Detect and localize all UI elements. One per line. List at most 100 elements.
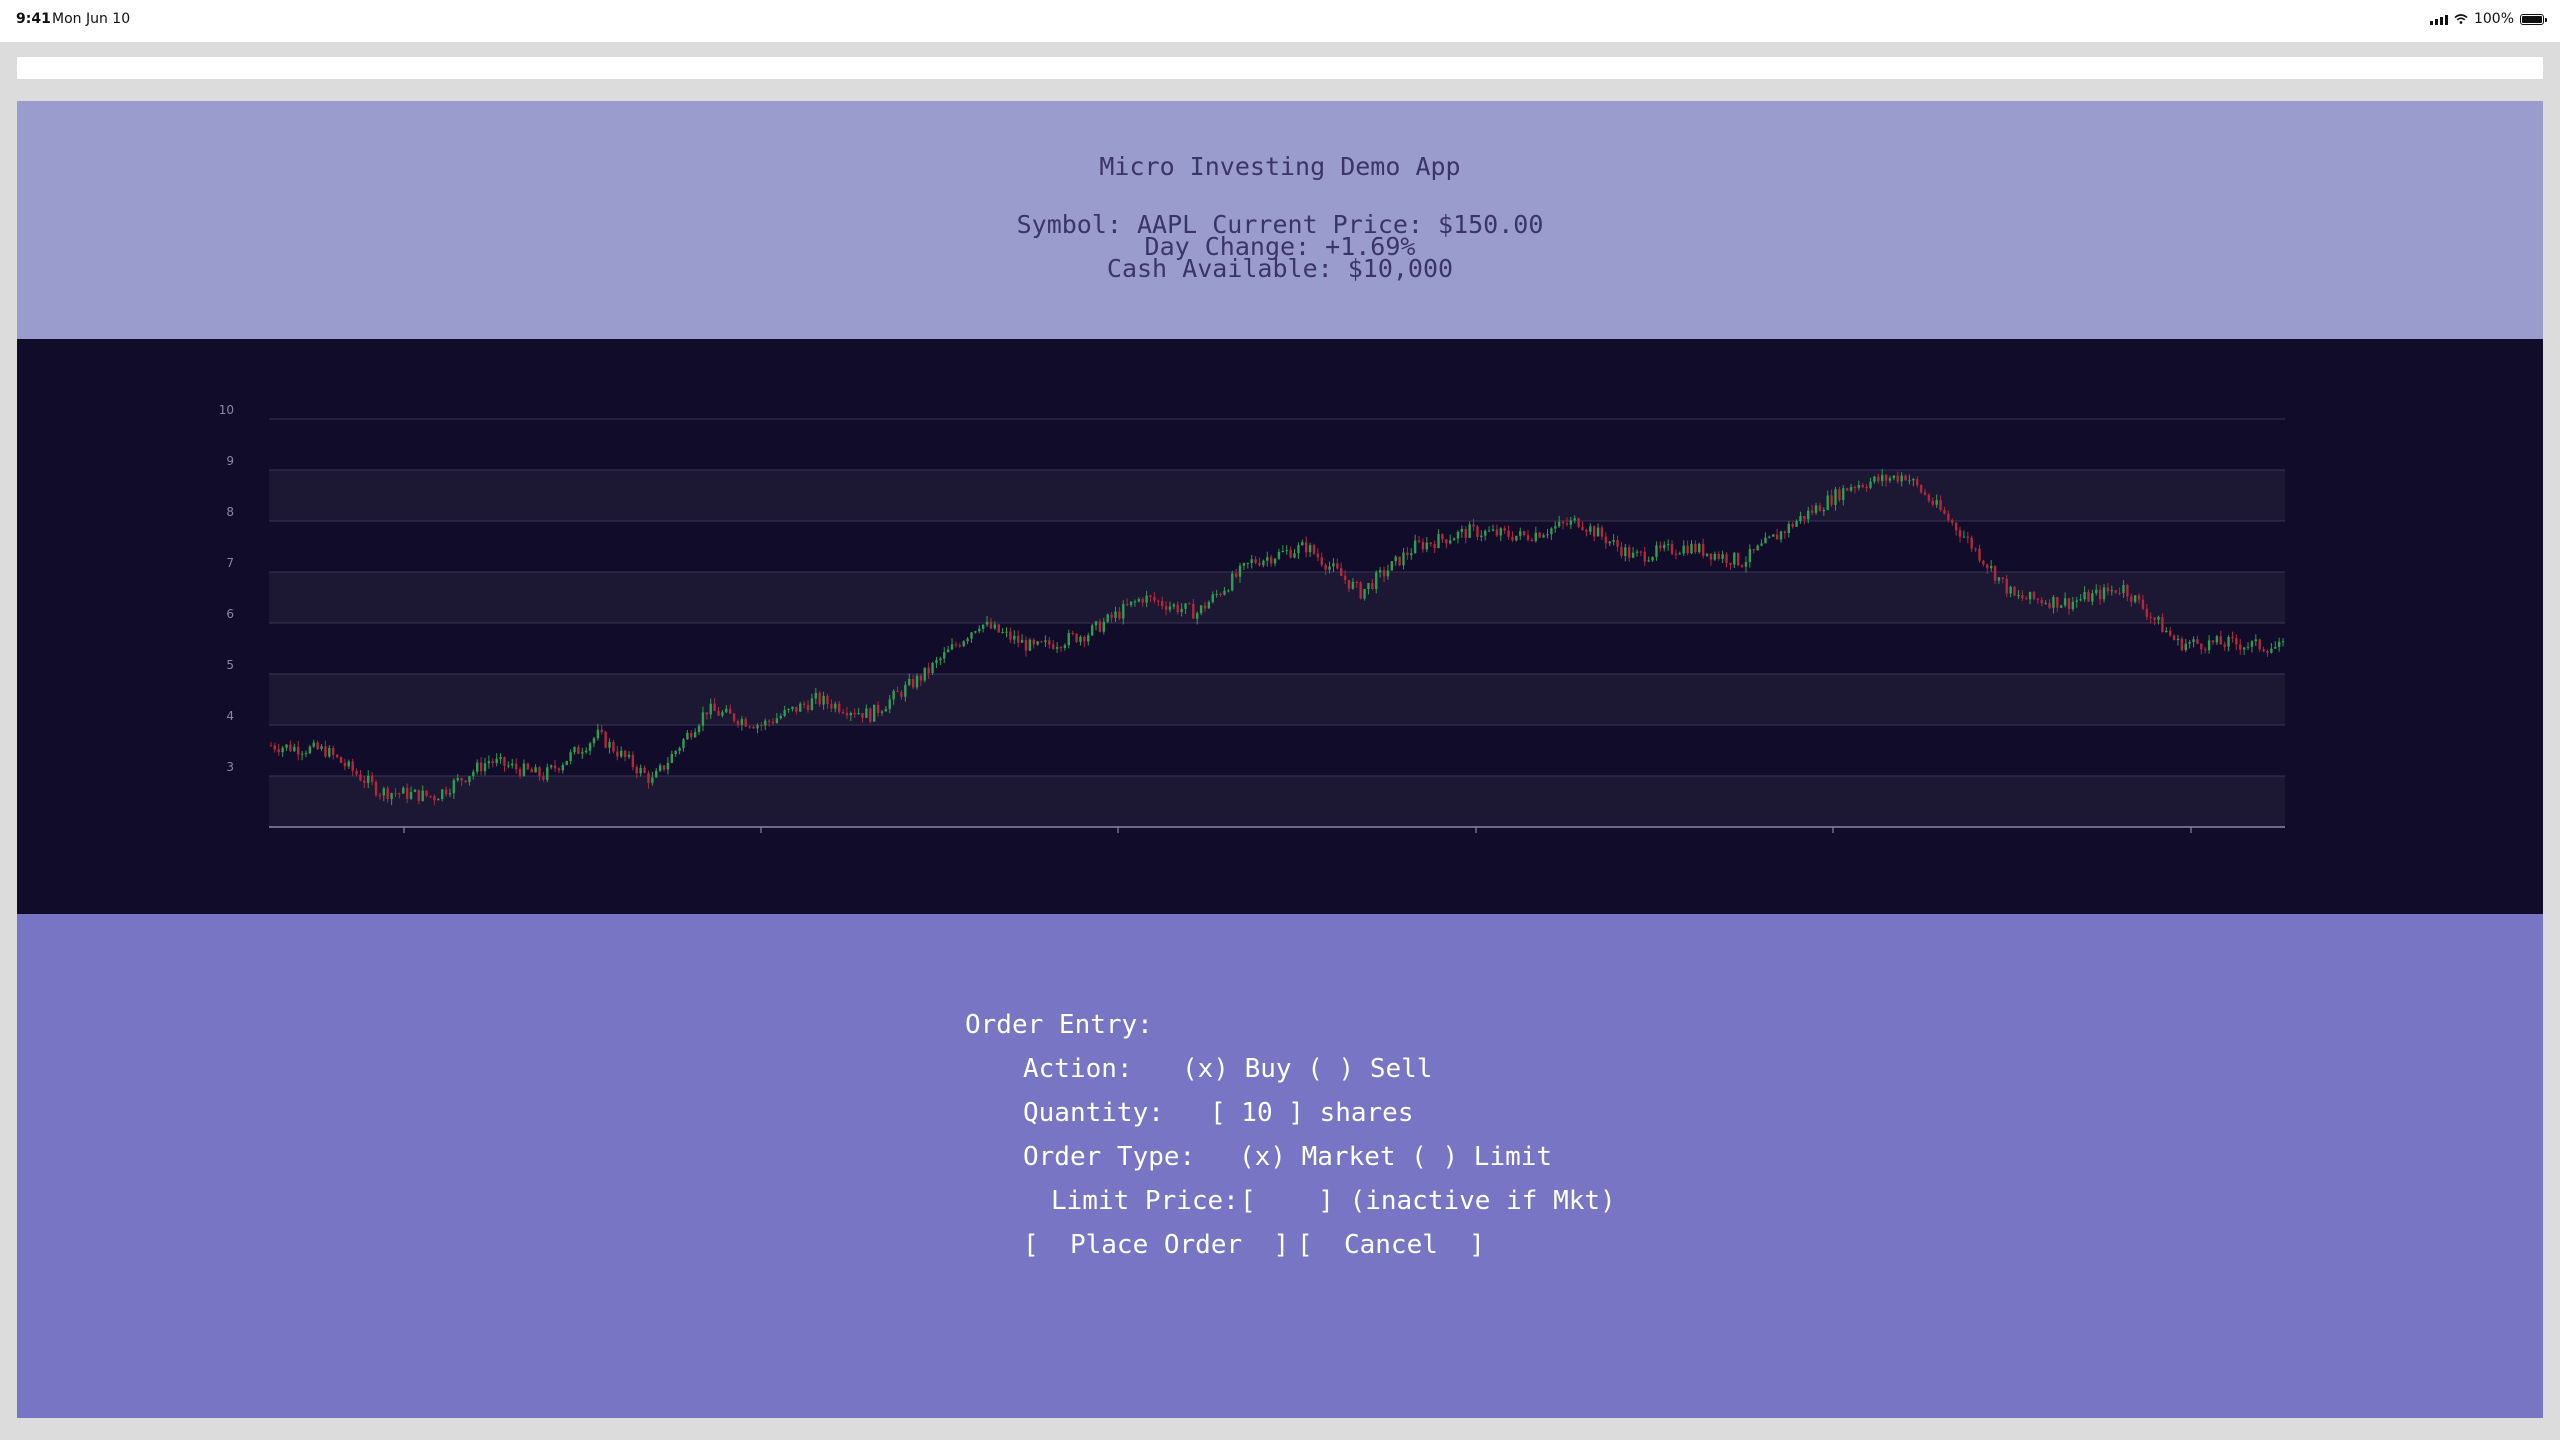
candle-body — [1869, 481, 1872, 488]
candle-body — [1526, 535, 1530, 540]
candle-body — [631, 754, 635, 768]
candle-body — [1153, 596, 1156, 601]
candle-body — [1818, 505, 1822, 512]
candle-body — [935, 660, 938, 663]
candle-body — [316, 742, 319, 750]
candle-body — [1729, 562, 1732, 565]
battery-icon — [2520, 13, 2547, 25]
candle-body — [2266, 651, 2269, 653]
candle-body — [1382, 570, 1386, 577]
action-radio-group[interactable]: (x) Buy ( ) Sell — [1182, 1054, 1432, 1084]
quantity-input[interactable]: [ 10 ] shares — [1210, 1098, 1414, 1128]
candle-body — [2063, 598, 2067, 606]
candle-body — [954, 644, 958, 646]
candle-body — [1227, 590, 1230, 592]
y-tick-label: 7 — [226, 556, 234, 570]
candle-body — [1028, 639, 1032, 651]
candle-body — [1063, 645, 1067, 648]
candle-body — [721, 712, 724, 716]
candle-body — [269, 745, 273, 747]
candle-body — [534, 767, 537, 773]
candle-body — [2277, 641, 2281, 647]
candle-body — [1752, 549, 1755, 551]
order-entry-panel: Order Entry: Action: (x) Buy ( ) Sell Qu… — [17, 914, 2543, 1418]
candle-body — [962, 641, 965, 647]
candle-body — [1908, 480, 1911, 482]
candle-body — [1367, 583, 1370, 589]
candle-body — [845, 712, 849, 716]
candle-body — [658, 765, 662, 771]
candle-body — [1129, 601, 1133, 606]
candle-body — [1795, 521, 1798, 527]
candle-body — [2176, 638, 2180, 641]
candle-body — [900, 692, 903, 697]
candle-body — [546, 767, 549, 780]
candle-body — [2126, 584, 2129, 597]
status-time: 9:41 — [16, 11, 51, 27]
candle-body — [1016, 635, 1020, 643]
place-order-button[interactable]: [ Place Order ] — [1023, 1230, 1289, 1260]
candle-body — [1188, 603, 1191, 605]
candle-body — [1534, 532, 1538, 541]
price-chart: 3 4 5 6 7 8 9 10 — [17, 339, 2543, 914]
candle-body — [355, 770, 358, 775]
candle-body — [1927, 494, 1931, 501]
cancel-button[interactable]: [ Cancel ] — [1297, 1230, 1485, 1260]
candle-body — [1639, 551, 1643, 553]
candle-body — [1020, 640, 1024, 643]
candle-body — [1320, 557, 1323, 565]
candle-body — [806, 705, 810, 711]
candle-body — [1180, 608, 1183, 613]
candle-body — [1406, 552, 1409, 556]
candle-body — [367, 775, 370, 783]
chart-band — [269, 776, 2285, 827]
candle-body — [1919, 485, 1923, 493]
candle-body — [760, 725, 763, 727]
candle-body — [1211, 594, 1214, 603]
candle-body — [1666, 543, 1670, 545]
candle-body — [1865, 487, 1868, 489]
candle-body — [1106, 614, 1109, 622]
candle-body — [1655, 545, 1658, 558]
candle-body — [1826, 495, 1829, 510]
candle-body — [981, 624, 985, 629]
order-type-radio-group[interactable]: (x) Market ( ) Limit — [1239, 1142, 1552, 1172]
candle-body — [1145, 595, 1148, 603]
candle-body — [1398, 556, 1401, 566]
candle-body — [1573, 518, 1576, 521]
candle-body — [1480, 535, 1483, 538]
candle-body — [826, 695, 829, 705]
candle-body — [2254, 639, 2258, 642]
candle-body — [1363, 588, 1366, 599]
candle-body — [2110, 590, 2114, 592]
candle-body — [690, 732, 693, 738]
candle-body — [479, 762, 483, 772]
candle-body — [1522, 531, 1526, 536]
candle-body — [2118, 592, 2121, 594]
candle-body — [2207, 640, 2211, 651]
candle-body — [1608, 541, 1611, 544]
candle-body — [620, 750, 623, 757]
candle-body — [433, 796, 436, 801]
candle-body — [678, 748, 681, 752]
candle-body — [1674, 553, 1678, 555]
candle-body — [503, 756, 506, 766]
candle-body — [857, 713, 860, 715]
candle-body — [421, 790, 424, 801]
candle-body — [1628, 547, 1631, 558]
candle-body — [1402, 552, 1405, 566]
candle-body — [476, 762, 479, 772]
candle-body — [1962, 536, 1966, 538]
candle-body — [1705, 553, 1709, 556]
candle-body — [1822, 509, 1826, 512]
candle-body — [802, 703, 806, 706]
candle-body — [592, 738, 596, 744]
candle-body — [1686, 545, 1689, 554]
candle-body — [2071, 601, 2075, 610]
address-bar[interactable] — [17, 57, 2543, 79]
candle-body — [382, 788, 386, 796]
limit-price-input[interactable]: [ ] (inactive if Mkt) — [1240, 1186, 1616, 1216]
action-label: Action: — [1023, 1054, 1133, 1084]
candle-body — [713, 703, 716, 711]
candle-body — [1709, 553, 1713, 560]
